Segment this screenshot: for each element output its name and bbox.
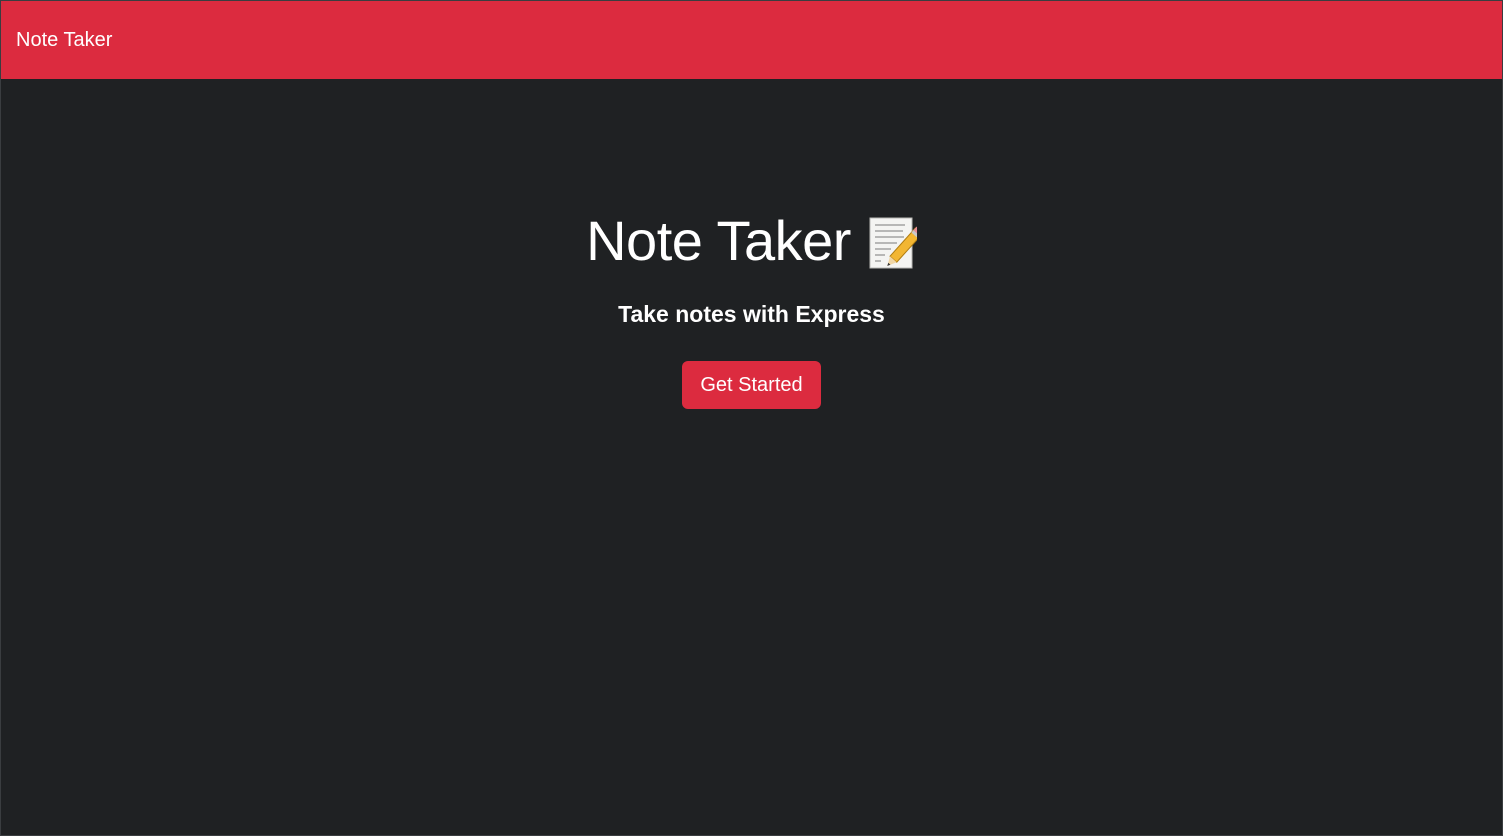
page-title-text: Note Taker (586, 209, 851, 272)
hero-section: Note Taker Take notes with Express Get S… (1, 201, 1502, 409)
navbar: Note Taker (1, 1, 1502, 79)
page-title: Note Taker (586, 201, 924, 281)
navbar-brand-link[interactable]: Note Taker (16, 29, 112, 52)
memo-icon (867, 213, 924, 269)
get-started-button[interactable]: Get Started (682, 361, 821, 409)
app-window: Note Taker Note Taker Take notes with Ex… (0, 0, 1503, 836)
hero-subtitle: Take notes with Express (618, 301, 885, 327)
